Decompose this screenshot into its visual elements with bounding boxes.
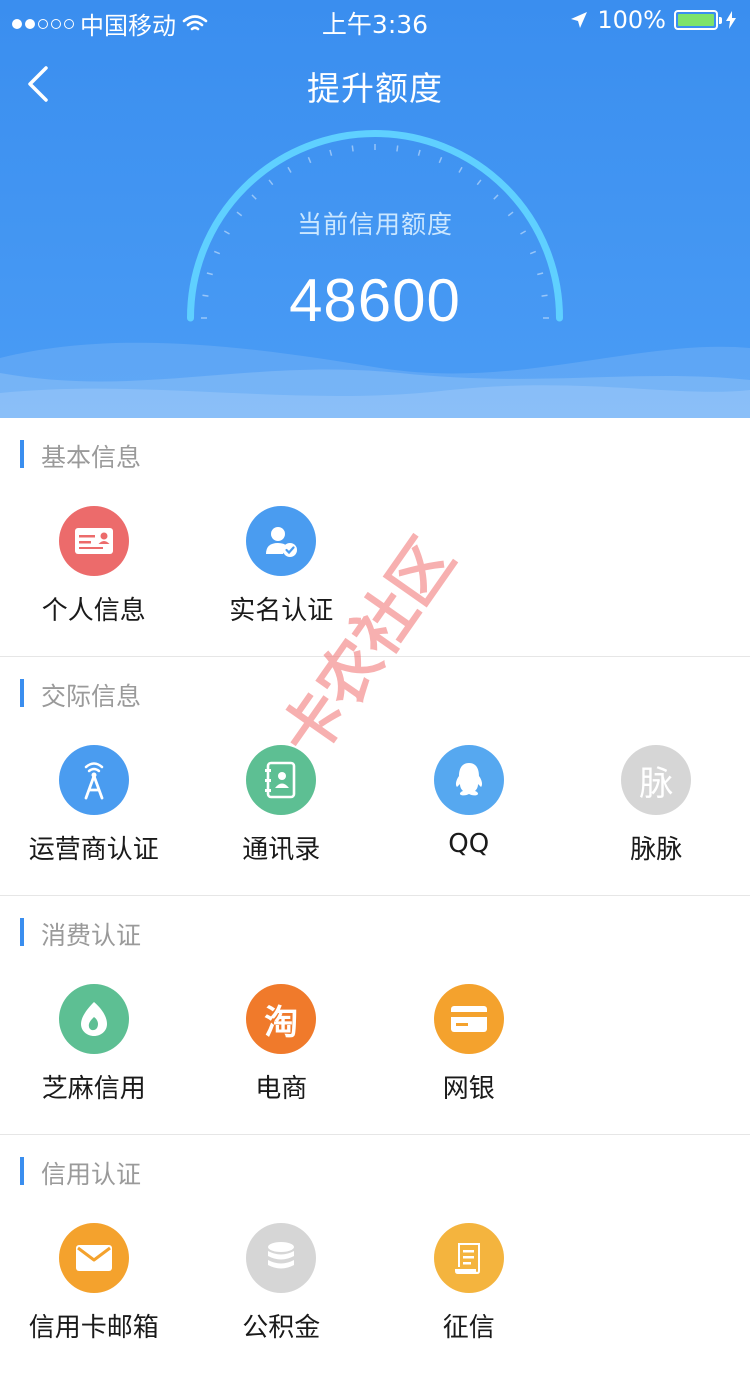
item-qq[interactable]: QQ xyxy=(375,729,563,895)
section-items: 芝麻信用 淘 电商 网银 xyxy=(0,968,750,1134)
wave-decoration xyxy=(0,328,750,418)
gauge-tick xyxy=(269,180,273,185)
item-label: 征信 xyxy=(443,1307,495,1344)
section-consumption-auth: 消费认证 芝麻信用 淘 电商 网银 xyxy=(0,896,750,1135)
item-label: 脉脉 xyxy=(630,829,682,866)
bank-card-icon xyxy=(434,984,504,1054)
section-basic-info: 基本信息 个人信息 实名认证 xyxy=(0,418,750,657)
section-accent-bar xyxy=(20,918,24,946)
item-label: 电商 xyxy=(255,1068,307,1105)
section-social-info: 交际信息 运营商认证 通讯录 QQ 脉 脉脉 xyxy=(0,657,750,896)
sesame-icon xyxy=(59,984,129,1054)
section-title: 信用认证 xyxy=(41,1155,141,1191)
gauge-tick xyxy=(330,150,332,156)
section-accent-bar xyxy=(20,440,24,468)
item-label: 通讯录 xyxy=(242,829,320,866)
item-label: 信用卡邮箱 xyxy=(29,1307,159,1344)
item-label: 运营商认证 xyxy=(29,829,159,866)
section-header: 交际信息 xyxy=(0,657,750,729)
user-verified-icon xyxy=(246,506,316,576)
item-label: 公积金 xyxy=(242,1307,320,1344)
gauge-tick xyxy=(252,195,256,199)
coin-stack-icon xyxy=(246,1223,316,1293)
section-header: 信用认证 xyxy=(0,1135,750,1207)
gauge-tick xyxy=(214,251,220,253)
id-card-icon xyxy=(59,506,129,576)
taobao-icon: 淘 xyxy=(246,984,316,1054)
gauge-tick xyxy=(459,167,462,172)
header: 中国移动 上午3:36 100% 提升额度 xyxy=(0,0,750,418)
gauge-tick xyxy=(288,167,291,172)
gauge-tick xyxy=(308,157,310,163)
gauge-tick xyxy=(352,145,353,151)
credit-amount: 48600 xyxy=(0,266,750,335)
item-online-bank[interactable]: 网银 xyxy=(375,968,563,1134)
item-real-name-auth[interactable]: 实名认证 xyxy=(188,490,376,656)
gauge-tick xyxy=(439,157,441,163)
item-label: 芝麻信用 xyxy=(42,1068,146,1105)
item-label: 个人信息 xyxy=(42,590,146,627)
gauge-tick xyxy=(494,195,498,199)
item-credit-report[interactable]: 征信 xyxy=(375,1207,563,1373)
section-accent-bar xyxy=(20,679,24,707)
item-housing-fund[interactable]: 公积金 xyxy=(188,1207,376,1373)
section-credit-auth: 信用认证 信用卡邮箱 公积金 征信 xyxy=(0,1135,750,1373)
section-items: 个人信息 实名认证 xyxy=(0,490,750,656)
item-carrier-auth[interactable]: 运营商认证 xyxy=(0,729,188,895)
item-label: QQ xyxy=(448,829,489,859)
section-title: 基本信息 xyxy=(41,438,141,474)
maimai-glyph: 脉 xyxy=(639,756,673,805)
taobao-glyph: 淘 xyxy=(264,995,298,1044)
item-credit-card-mailbox[interactable]: 信用卡邮箱 xyxy=(0,1207,188,1373)
item-personal-info[interactable]: 个人信息 xyxy=(0,490,188,656)
section-header: 消费认证 xyxy=(0,896,750,968)
item-label: 实名认证 xyxy=(229,590,333,627)
section-items: 信用卡邮箱 公积金 征信 xyxy=(0,1207,750,1373)
contacts-book-icon xyxy=(246,745,316,815)
section-accent-bar xyxy=(20,1157,24,1185)
item-sesame-credit[interactable]: 芝麻信用 xyxy=(0,968,188,1134)
maimai-icon: 脉 xyxy=(621,745,691,815)
section-header: 基本信息 xyxy=(0,418,750,490)
qq-penguin-icon xyxy=(434,745,504,815)
gauge-tick xyxy=(418,150,420,156)
section-title: 消费认证 xyxy=(41,916,141,952)
gauge-tick xyxy=(530,251,536,253)
gauge-tick xyxy=(397,145,398,151)
section-items: 运营商认证 通讯录 QQ 脉 脉脉 xyxy=(0,729,750,895)
section-title: 交际信息 xyxy=(41,677,141,713)
item-maimai[interactable]: 脉 脉脉 xyxy=(563,729,750,895)
item-ecommerce[interactable]: 淘 电商 xyxy=(188,968,376,1134)
document-icon xyxy=(434,1223,504,1293)
credit-label: 当前信用额度 xyxy=(0,205,750,241)
item-contacts[interactable]: 通讯录 xyxy=(188,729,376,895)
mail-icon xyxy=(59,1223,129,1293)
signal-tower-icon xyxy=(59,745,129,815)
item-label: 网银 xyxy=(443,1068,495,1105)
gauge-tick xyxy=(477,180,481,185)
